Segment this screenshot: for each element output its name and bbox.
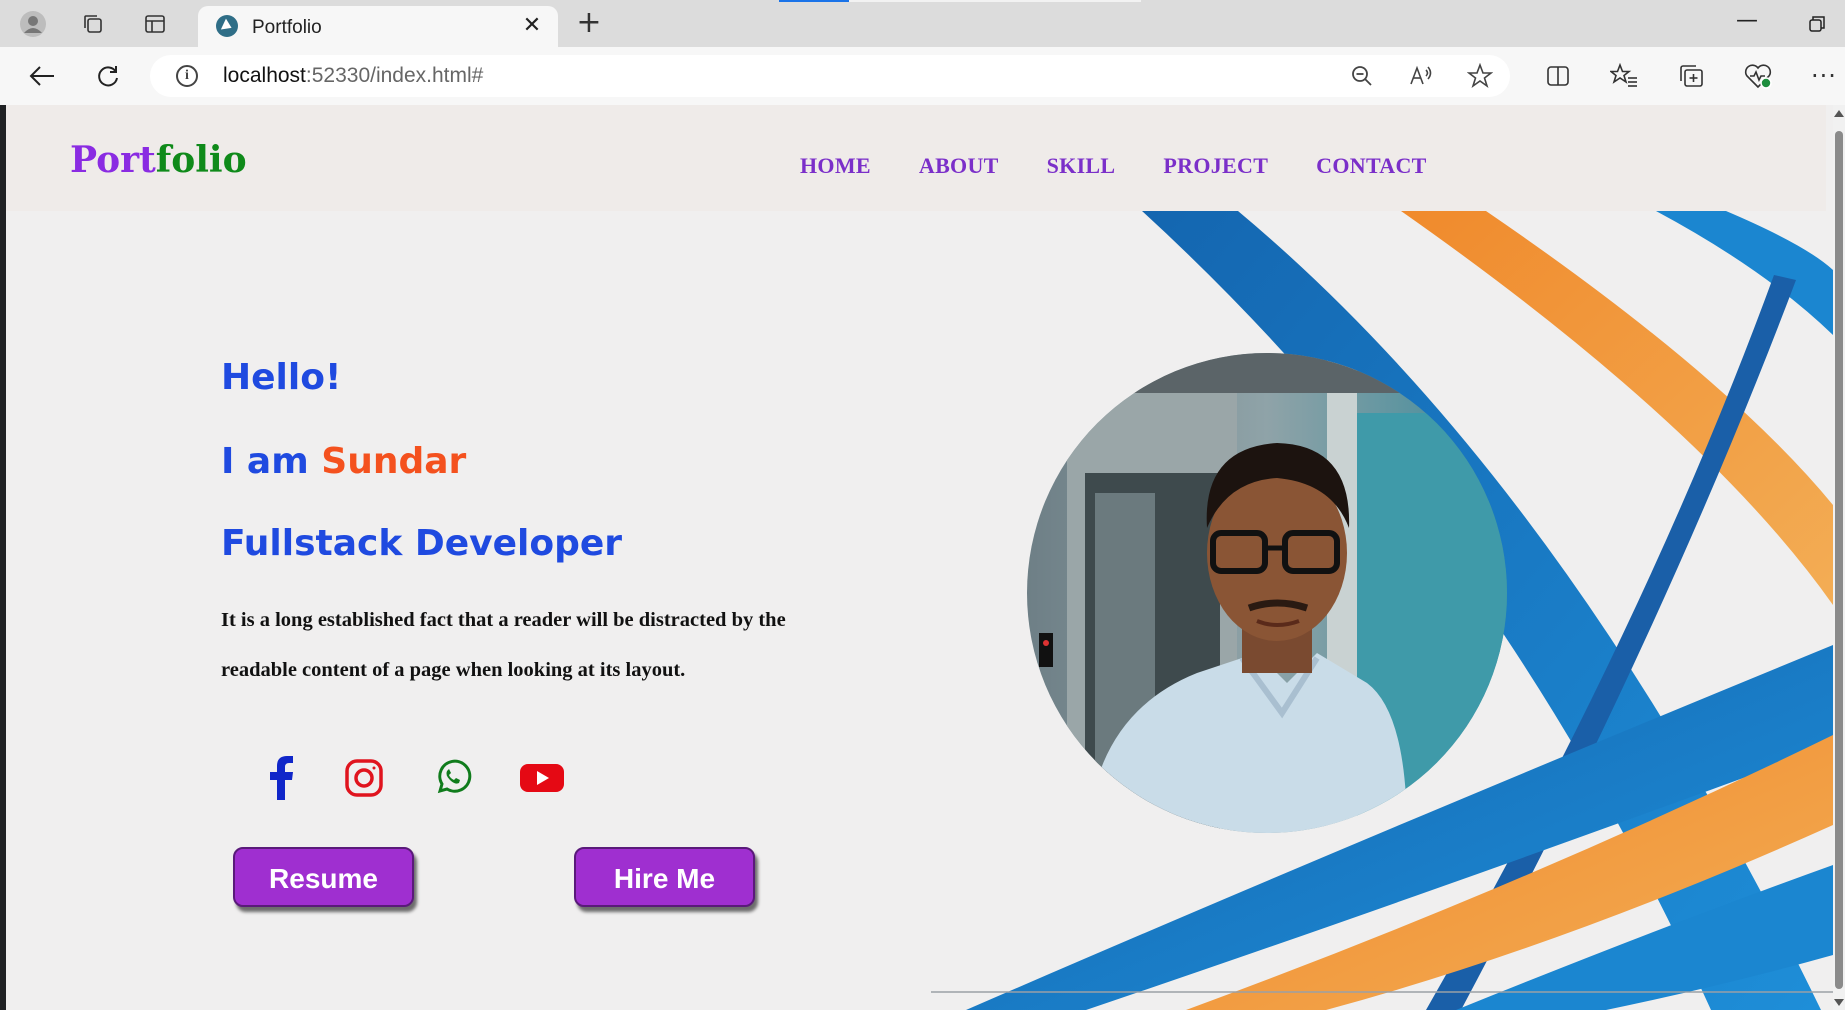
reload-icon[interactable] bbox=[88, 58, 128, 94]
nav-contact[interactable]: CONTACT bbox=[1316, 153, 1426, 179]
scroll-up-arrow-icon[interactable] bbox=[1834, 110, 1844, 117]
nav-home[interactable]: HOME bbox=[800, 153, 871, 179]
profile-photo bbox=[1027, 353, 1507, 833]
tab-close-icon[interactable]: ✕ bbox=[520, 14, 544, 38]
url-text[interactable]: localhost:52330/index.html# bbox=[223, 64, 483, 88]
scroll-down-arrow-icon[interactable] bbox=[1834, 999, 1844, 1006]
site-logo[interactable]: Portfolio bbox=[70, 139, 247, 181]
more-options-icon[interactable]: ··· bbox=[1806, 59, 1842, 93]
workspaces-icon[interactable] bbox=[76, 8, 110, 40]
read-aloud-icon[interactable] bbox=[1405, 61, 1437, 91]
hero-description: It is a long established fact that a rea… bbox=[221, 609, 786, 681]
address-bar[interactable]: i localhost:52330/index.html# bbox=[150, 55, 1510, 97]
hero-greeting: Hello! bbox=[221, 357, 342, 398]
hero-intro: I am Sundar bbox=[221, 441, 466, 482]
logo-part-folio: folio bbox=[155, 139, 247, 181]
nav-project[interactable]: PROJECT bbox=[1163, 153, 1268, 179]
hero-name: Sundar bbox=[321, 441, 467, 482]
url-host: localhost bbox=[223, 64, 306, 87]
window-minimize-button[interactable]: — bbox=[1700, 8, 1794, 40]
browser-essentials-icon[interactable] bbox=[1740, 59, 1776, 93]
new-tab-button[interactable]: + bbox=[572, 8, 606, 40]
back-icon[interactable] bbox=[22, 58, 62, 94]
vertical-tabs-icon[interactable] bbox=[138, 8, 172, 40]
scrollbar-thumb[interactable] bbox=[1835, 131, 1843, 989]
site-header: Portfolio HOME ABOUT SKILL PROJECT CONTA… bbox=[6, 105, 1826, 211]
favorite-star-icon[interactable] bbox=[1464, 61, 1496, 91]
tab-favicon-icon bbox=[216, 15, 238, 37]
hero-role: Fullstack Developer bbox=[221, 523, 623, 564]
logo-part-port: Port bbox=[70, 139, 156, 181]
main-nav: HOME ABOUT SKILL PROJECT CONTACT bbox=[800, 153, 1475, 179]
hire-me-button[interactable]: Hire Me bbox=[574, 847, 755, 907]
zoom-out-icon[interactable] bbox=[1346, 61, 1378, 91]
loading-track bbox=[849, 0, 1141, 2]
split-screen-icon[interactable] bbox=[1540, 59, 1576, 93]
url-path: :52330/index.html# bbox=[305, 64, 484, 87]
active-tab[interactable]: Portfolio ✕ bbox=[198, 6, 558, 47]
resume-button[interactable]: Resume bbox=[233, 847, 414, 907]
nav-about[interactable]: ABOUT bbox=[919, 153, 999, 179]
facebook-icon[interactable] bbox=[256, 753, 306, 803]
hero-intro-prefix: I am bbox=[221, 441, 322, 482]
instagram-icon[interactable] bbox=[339, 753, 389, 803]
window-restore-button[interactable] bbox=[1794, 8, 1845, 40]
browser-tab-bar: Portfolio ✕ + — bbox=[0, 0, 1845, 47]
loading-indicator bbox=[779, 0, 849, 2]
browser-toolbar: i localhost:52330/index.html# ··· bbox=[0, 47, 1845, 105]
profile-icon[interactable] bbox=[16, 8, 50, 40]
tab-title: Portfolio bbox=[252, 17, 322, 38]
site-info-icon[interactable]: i bbox=[176, 65, 198, 87]
page-scrollbar[interactable] bbox=[1833, 105, 1845, 1010]
favorites-list-icon[interactable] bbox=[1606, 59, 1642, 93]
nav-skill[interactable]: SKILL bbox=[1047, 153, 1116, 179]
page-viewport: Portfolio HOME ABOUT SKILL PROJECT CONTA… bbox=[6, 105, 1833, 1010]
whatsapp-icon[interactable] bbox=[428, 753, 478, 803]
youtube-icon[interactable] bbox=[517, 753, 567, 803]
collections-icon[interactable] bbox=[1674, 59, 1710, 93]
